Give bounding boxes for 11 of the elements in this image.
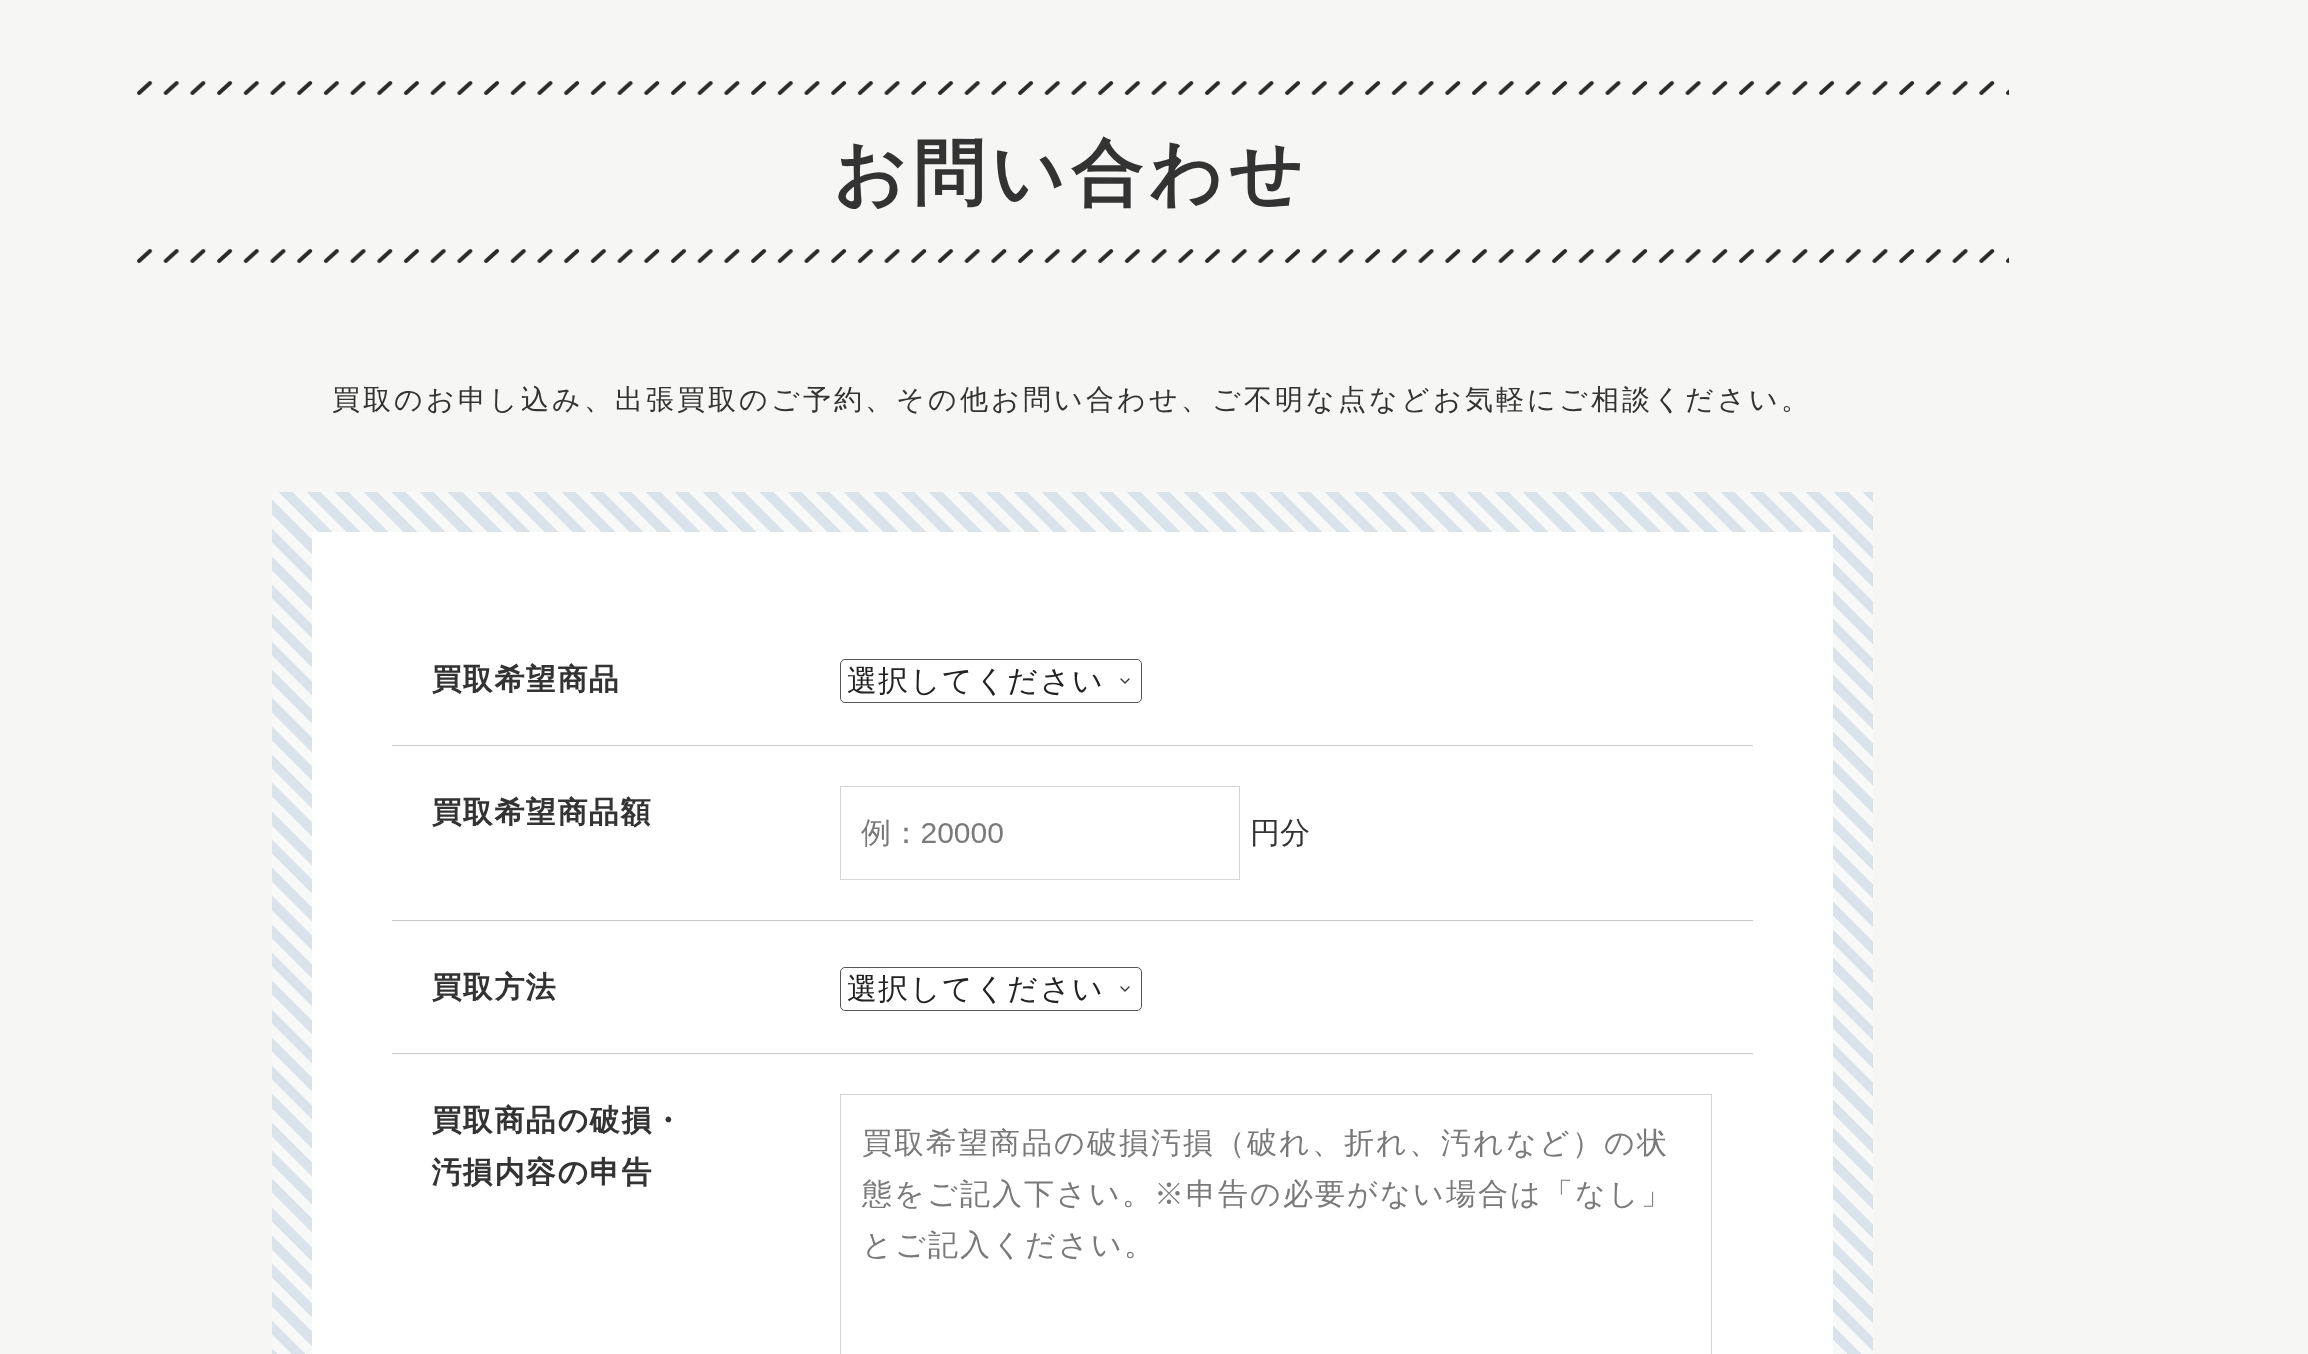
page-title: お問い合わせ [834, 131, 1310, 214]
damage-report-textarea[interactable]: 買取希望商品の破損汚損（破れ、折れ、汚れなど）の状態をご記入下さい。※申告の必要がない場合は「なし」とご記入ください。 [839, 1094, 1712, 1354]
field-label: 買取希望商品額 [431, 794, 653, 830]
field-label: 買取方法 [431, 969, 559, 1005]
intro-text: 買取のお申し込み、出張買取のご予約、その他お問い合わせ、ご不明な点などお気軽にご相談ください。 [332, 383, 1812, 417]
amount-input[interactable]: 例：20000 [839, 786, 1240, 880]
unit-label: 円分 [1249, 815, 1310, 851]
dropdown-select[interactable]: 選択してください [839, 659, 1142, 703]
field-label: 買取商品の破損・汚損内容の申告 [431, 1102, 686, 1190]
field-label: 買取希望商品 [431, 661, 622, 697]
dropdown-select[interactable]: 選択してください [839, 967, 1142, 1011]
